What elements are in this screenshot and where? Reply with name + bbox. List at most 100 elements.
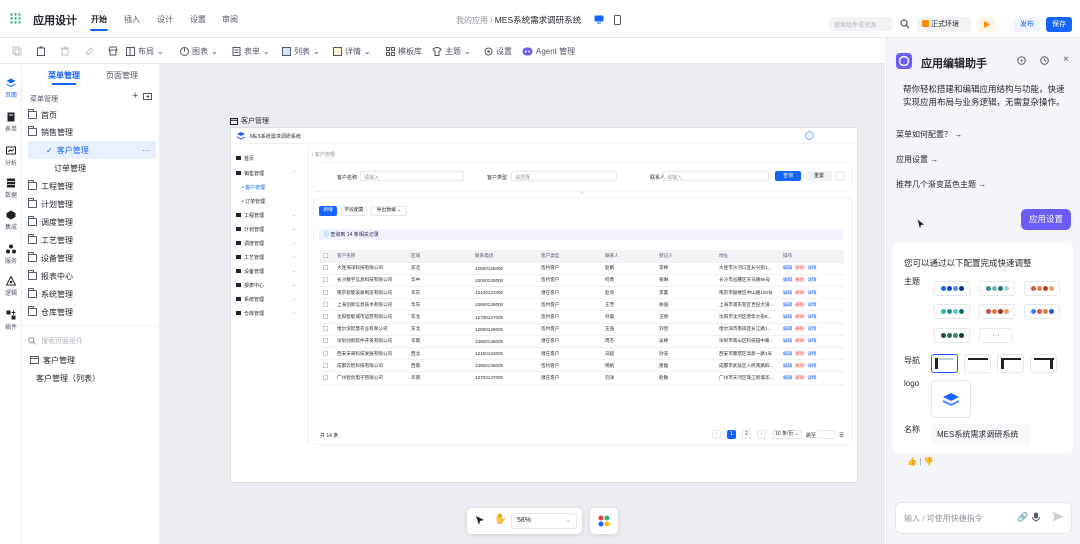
table-row[interactable]: 南京智能设备制造有限公司 华东 13100131000 潜在客户 赵亮 李蕾 南京市鼓楼区中… (320, 286, 844, 300)
preview-side-item[interactable]: 系统管理 ⌄ (236, 296, 306, 303)
edit-link[interactable]: 编辑 (783, 351, 792, 356)
table-row[interactable]: 西安未来科技发展有限公司 西北 13450134000 潜在客户 马超 孙浩 西安市雁塔区高… (320, 347, 844, 361)
checkbox[interactable] (323, 277, 328, 283)
env-selector[interactable]: 正式环境 (917, 17, 971, 32)
row-checkbox[interactable] (320, 310, 334, 324)
search-input[interactable]: 搜索组件或资源 (829, 17, 893, 31)
preview-side-item[interactable]: 工程管理 ⌄ (236, 212, 306, 219)
nav-option-mixed[interactable] (997, 354, 1024, 373)
preview-side-item[interactable]: 仓库管理 ⌄ (236, 310, 306, 317)
theme-menu[interactable]: 主题 ⌄ (432, 46, 471, 57)
filter-type-select[interactable]: 请选择 (511, 171, 617, 181)
pointer-tool-icon[interactable] (475, 515, 485, 526)
checkbox[interactable] (323, 338, 328, 344)
table-row[interactable]: 大连海洋科技有限公司 东北 12600126000 签约客户 赵鹏 李婷 大连市沙河口区长兴… (320, 262, 844, 275)
menu-item-system[interactable]: 系统管理 (28, 285, 156, 303)
delete-link[interactable]: 删除 (795, 290, 804, 295)
header-checkbox[interactable] (320, 250, 334, 263)
checkbox[interactable] (323, 326, 328, 332)
detail-link[interactable]: 详情 (807, 375, 816, 380)
row-checkbox[interactable] (320, 286, 334, 300)
suggestion-blue-theme[interactable]: 推荐几个渐变蓝色主题 → (896, 174, 986, 194)
detail-link[interactable]: 详情 (807, 277, 816, 282)
checkbox[interactable] (323, 301, 328, 307)
delete-link[interactable]: 删除 (795, 314, 804, 319)
palette-button[interactable] (590, 508, 618, 534)
preview-side-item[interactable]: 调度管理 ⌄ (236, 240, 306, 247)
theme-swatch[interactable] (934, 328, 970, 343)
rail-analysis[interactable]: 分析 (0, 146, 22, 167)
rail-integration[interactable]: 集成 (0, 210, 22, 231)
nav-option-right[interactable] (1030, 354, 1057, 373)
menu-item-orders[interactable]: 订单管理 (28, 159, 156, 177)
row-checkbox[interactable] (320, 371, 334, 385)
edit-link[interactable]: 编辑 (783, 302, 792, 307)
delete-link[interactable]: 删除 (795, 302, 804, 307)
rail-service[interactable]: 服务 (0, 244, 22, 265)
detail-link[interactable]: 详情 (807, 338, 816, 343)
thumb-down-icon[interactable]: 👎 (924, 457, 934, 466)
send-icon[interactable] (1052, 511, 1064, 522)
page-2-button[interactable]: 2 (742, 430, 751, 439)
preview-side-item[interactable]: 报表中心 ⌄ (236, 282, 306, 289)
edit-link[interactable]: 编辑 (783, 375, 792, 380)
preview-side-item[interactable]: 工艺管理 ⌄ (236, 254, 306, 261)
close-icon[interactable]: × (1063, 54, 1069, 65)
row-checkbox[interactable] (320, 274, 334, 288)
page-search-input[interactable]: 搜索页面组件 (41, 336, 83, 346)
paste-icon[interactable] (36, 46, 46, 56)
menu-item-home[interactable]: 首页 (28, 106, 156, 124)
page-1-button[interactable]: 1 (727, 430, 736, 439)
delete-link[interactable]: 删除 (795, 277, 804, 282)
theme-swatch[interactable] (934, 304, 970, 319)
nav-option-side[interactable] (931, 354, 958, 373)
checkbox[interactable] (323, 350, 328, 356)
query-button[interactable]: 查询 (775, 171, 801, 181)
menu-item-equipment[interactable]: 设备管理 (28, 249, 156, 267)
app-name-input[interactable]: MES系统需求调研系统 (931, 424, 1031, 445)
collapse-chevron-icon[interactable]: ⌄ (580, 189, 584, 195)
theme-swatch[interactable] (979, 304, 1015, 319)
edit-link[interactable]: 编辑 (783, 338, 792, 343)
tab-page-manage[interactable]: 页面管理 (106, 70, 138, 81)
preview-side-item[interactable]: 销售管理 ⌃ (236, 170, 306, 177)
menu-item-customer[interactable]: ✓ 客户管理 ··· (28, 141, 156, 159)
next-page-button[interactable]: › (757, 430, 766, 439)
menu-item-plan[interactable]: 计划管理 (28, 195, 156, 213)
monitor-icon[interactable] (594, 15, 604, 24)
checkbox[interactable] (323, 252, 328, 258)
row-checkbox[interactable] (320, 335, 334, 349)
tab-review[interactable]: 审阅 (222, 14, 238, 25)
tab-settings[interactable]: 设置 (190, 14, 206, 25)
delete-link[interactable]: 删除 (795, 326, 804, 331)
copy-icon[interactable] (12, 46, 22, 56)
edit-link[interactable]: 编辑 (783, 277, 792, 282)
nav-option-top[interactable] (964, 354, 991, 373)
detail-link[interactable]: 详情 (807, 326, 816, 331)
delete-icon[interactable] (60, 46, 70, 56)
delete-link[interactable]: 删除 (795, 375, 804, 380)
settings-button[interactable]: 设置 (484, 46, 512, 57)
table-row[interactable]: 哈尔滨智慧农业有限公司 东北 12900129000 签约客户 王强 刘佳 哈尔滨市南岗区长… (320, 323, 844, 336)
preview-side-item[interactable]: 设备管理 ⌄ (236, 268, 306, 275)
page-search[interactable]: 搜索页面组件 (28, 334, 154, 348)
preview-side-item[interactable]: • 客户管理 (242, 184, 308, 191)
edit-link[interactable]: 编辑 (783, 326, 792, 331)
menu-item-engineering[interactable]: 工程管理 (28, 177, 156, 195)
rail-logic[interactable]: 逻辑 (0, 276, 22, 297)
zoom-select[interactable]: 58% ⌄ (511, 513, 577, 529)
menu-item-sales[interactable]: 销售管理 (28, 123, 156, 141)
hand-tool-icon[interactable]: ✋ (494, 514, 506, 525)
breadcrumb-parent[interactable]: 我的应用 (456, 16, 488, 25)
edit-link[interactable]: 编辑 (783, 265, 792, 270)
edit-link[interactable]: 编辑 (783, 290, 792, 295)
agent-manage-button[interactable]: Agent 管理 (522, 46, 575, 57)
delete-link[interactable]: 删除 (795, 363, 804, 368)
table-row[interactable]: 长沙数字信息科技有限公司 华中 13000130000 签约客户 何勇 张琳 长沙市岳麓区天… (320, 274, 844, 288)
detail-link[interactable]: 详情 (807, 363, 816, 368)
detail-link[interactable]: 详情 (807, 290, 816, 295)
add-menu-icon[interactable]: + (132, 90, 138, 102)
rail-plugin[interactable]: 插件 (0, 310, 22, 331)
delete-link[interactable]: 删除 (795, 351, 804, 356)
row-checkbox[interactable] (320, 323, 334, 336)
